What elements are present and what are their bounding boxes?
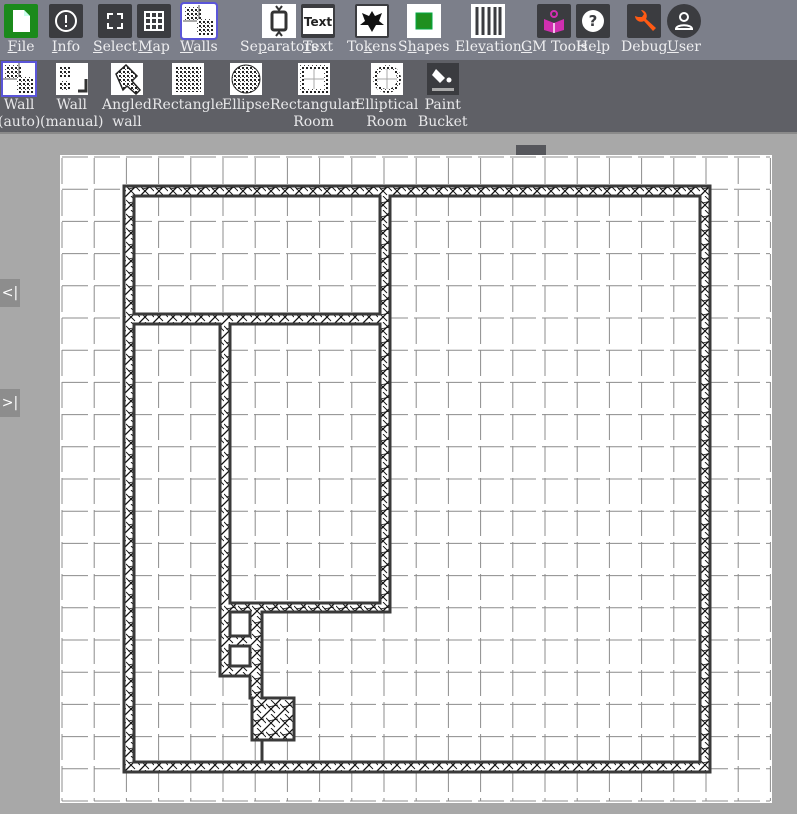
angled-wall-icon <box>110 63 143 95</box>
chevron-up-icon: ︿ <box>406 149 420 165</box>
toolbar-debug-button[interactable]: Debug <box>621 4 667 55</box>
wall-tool-ellipse-button[interactable]: Ellipse <box>222 63 270 114</box>
select-icon <box>98 4 133 38</box>
toolbar-label: Help <box>576 39 610 55</box>
wall-tool-wall-auto-button[interactable]: Wall (auto) <box>0 61 41 131</box>
svg-text:Text: Text <box>304 15 332 29</box>
door-icon <box>262 4 297 38</box>
toolbar-file-button[interactable]: File <box>4 4 38 55</box>
toolbar-shapes-button[interactable]: Shapes <box>398 4 449 55</box>
grid-icon <box>137 4 171 38</box>
toolbar-label: Debug <box>621 39 668 55</box>
toolbar-user-button[interactable]: User <box>667 4 701 55</box>
wall-tool-label: Rectangular Room <box>270 97 358 130</box>
toolbar-walls-button[interactable]: Walls <box>179 2 218 55</box>
wrench-icon <box>627 4 662 38</box>
wall-tool-rect-room-button[interactable]: Rectangular Room <box>270 63 357 131</box>
toolbar-label: Map <box>138 39 170 55</box>
paint-bucket-icon <box>426 63 459 95</box>
wall-auto-icon <box>1 61 38 97</box>
grid-lines <box>61 156 771 802</box>
toolbar-label: Walls <box>180 39 218 55</box>
toolbar-label: Text <box>302 39 334 55</box>
toolbar-label: Info <box>51 39 81 55</box>
toolbar-text-button[interactable]: Text Text <box>301 4 335 55</box>
wall-tool-ellip-room-button[interactable]: Elliptical Room <box>355 63 418 131</box>
wall-tool-label: Paint Bucket <box>418 97 468 130</box>
wall-tool-label: Wall (auto) <box>0 97 41 130</box>
wall-manual-icon <box>55 63 88 95</box>
text-icon: Text <box>301 4 335 38</box>
main-toolbar: File Info Select Map Walls Separators Text Text… <box>0 0 797 60</box>
wall-tool-label: Ellipse <box>222 97 271 113</box>
file-icon <box>4 4 38 38</box>
wall-tool-wall-manual-button[interactable]: Wall (manual) <box>40 63 103 131</box>
dragon-icon <box>354 4 389 38</box>
wall-tool-rectangle-button[interactable]: Rectangle <box>152 63 223 114</box>
toolbar-label: Elevation <box>455 39 522 55</box>
toolbar-label: Tokens <box>347 39 397 55</box>
walls-icon <box>179 2 218 40</box>
wall-tool-angled-wall-button[interactable]: Angled wall <box>102 63 152 131</box>
shapes-icon <box>406 4 441 38</box>
walls-subtoolbar: ︿ ⌄ Wall (auto) Wall (manual) Angled wall Rect… <box>0 60 797 175</box>
toolbar-info-button[interactable]: Info <box>49 4 83 55</box>
expand-panel-button[interactable]: >| <box>0 389 20 417</box>
collapse-left-panel-button[interactable]: <| <box>0 279 20 307</box>
wall-structure <box>122 184 712 774</box>
toolbar-label: File <box>7 39 35 55</box>
elliptical-room-icon <box>370 63 403 95</box>
rectangle-icon <box>171 63 204 95</box>
toolbar-help-button[interactable]: ? Help <box>576 4 610 55</box>
walls-layer <box>122 184 712 774</box>
map-paper <box>60 155 772 803</box>
wall-tool-label: Elliptical Room <box>355 97 419 130</box>
ellipse-icon <box>230 63 263 95</box>
wall-tool-label: Angled wall <box>102 97 152 130</box>
toolbar-label: Select <box>93 39 138 55</box>
chevron-down-icon: ⌄ <box>524 150 538 170</box>
book-icon <box>537 4 572 38</box>
wall-tool-paint-bucket-button[interactable]: Paint Bucket <box>418 63 468 131</box>
wall-tool-label: Rectangle <box>152 97 224 113</box>
toolbar-map-button[interactable]: Map <box>137 4 171 55</box>
toolbar-tokens-button[interactable]: Tokens <box>347 4 397 55</box>
elevation-icon <box>471 4 506 38</box>
rectangular-room-icon <box>297 63 330 95</box>
info-icon <box>49 4 83 38</box>
collapse-toolbar-button[interactable]: ⌄ <box>516 145 546 175</box>
toolbar-label: Shapes <box>398 39 450 55</box>
toolbar-label: User <box>667 39 701 55</box>
toolbar-select-button[interactable]: Select <box>93 4 137 55</box>
svg-text:?: ? <box>589 12 598 30</box>
user-icon <box>667 4 701 38</box>
help-icon: ? <box>576 4 610 38</box>
wall-tool-label: Wall (manual) <box>40 97 104 130</box>
toolbar-elevation-button[interactable]: Elevation <box>455 4 522 55</box>
